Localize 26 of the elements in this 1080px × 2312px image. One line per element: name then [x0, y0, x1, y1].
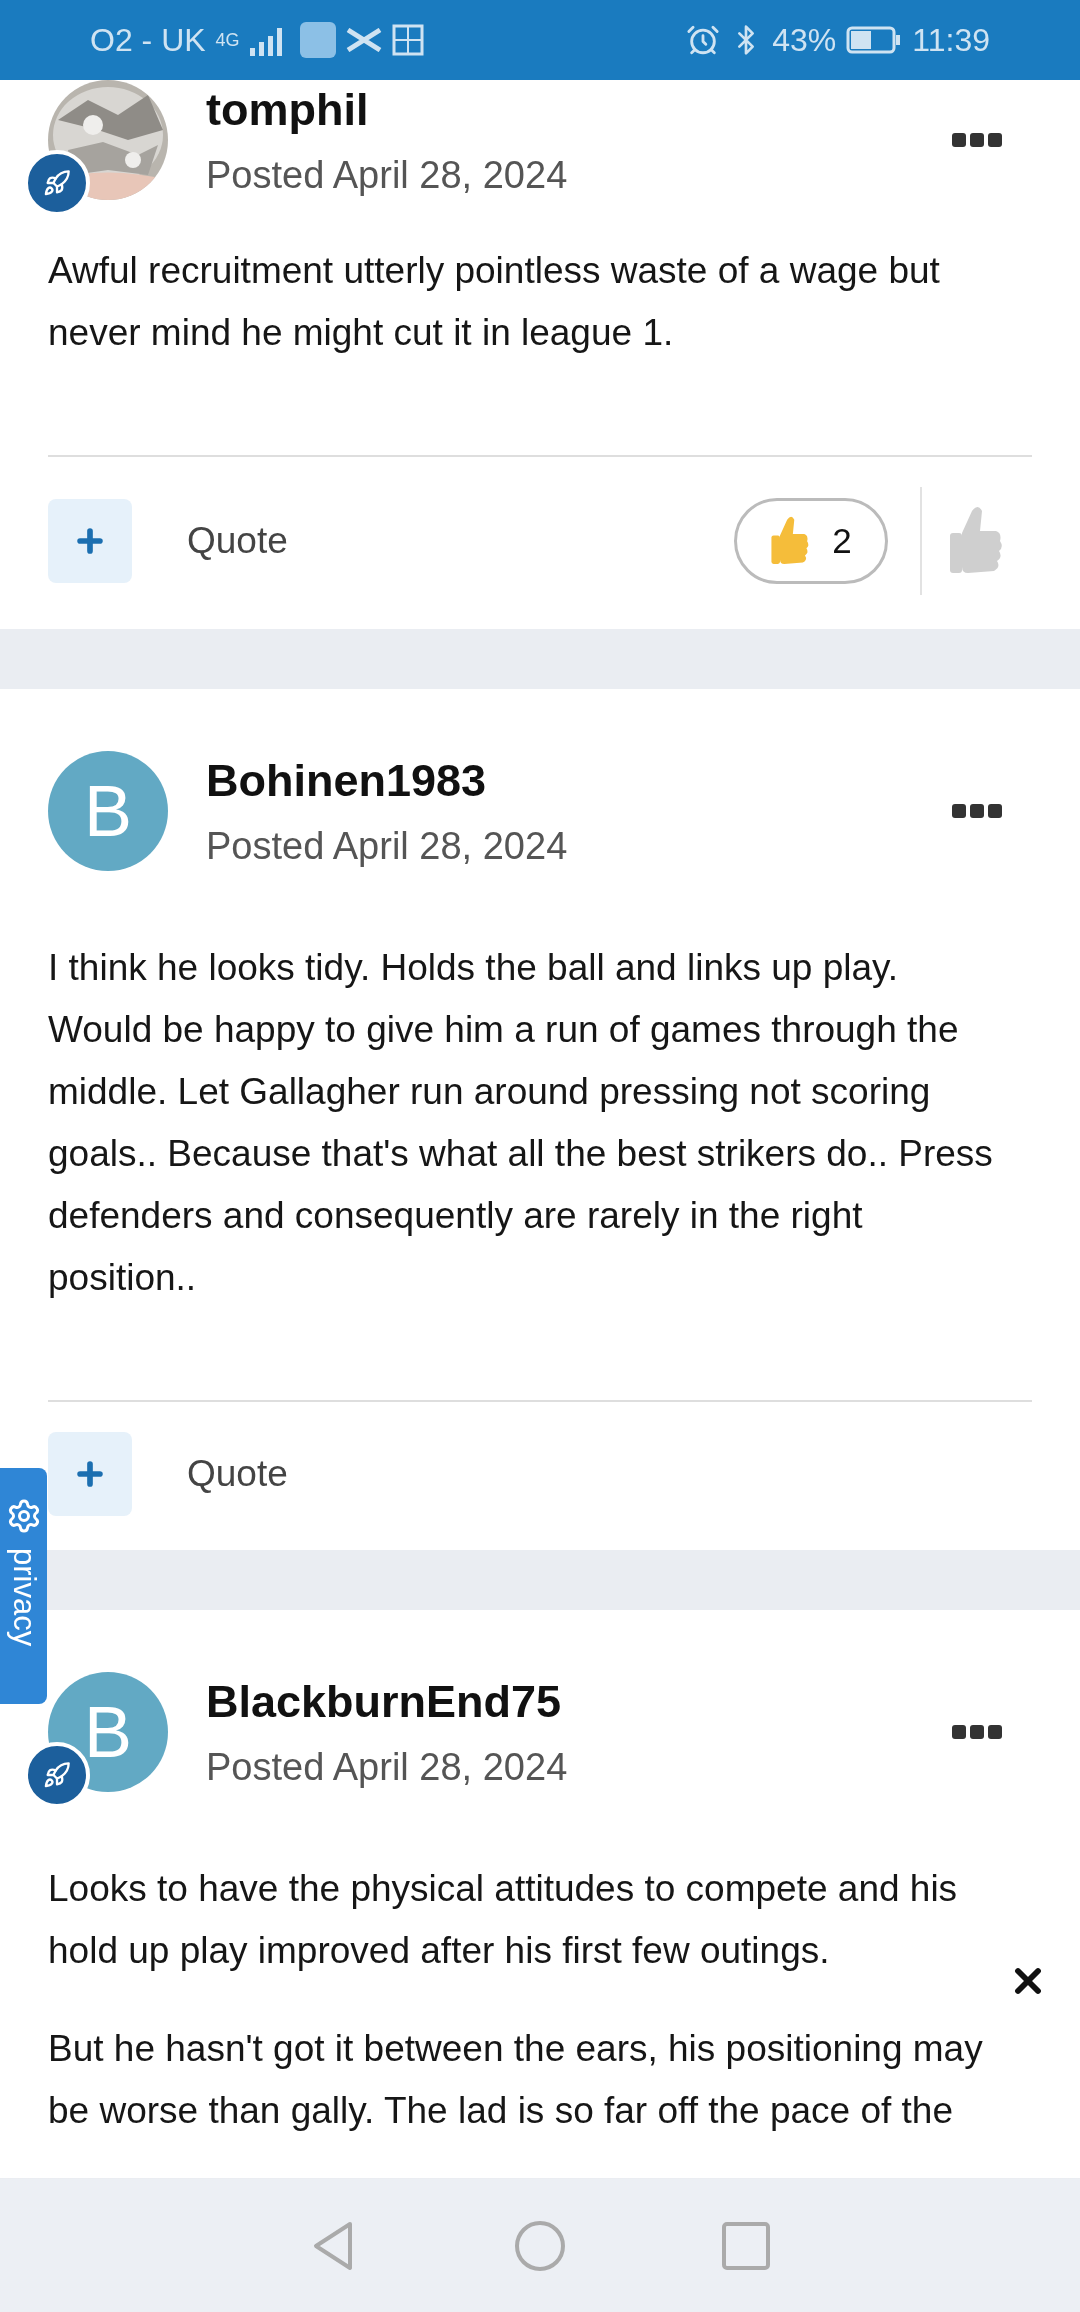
battery-percent: 43%	[772, 21, 837, 59]
privacy-label: privacy	[5, 1548, 42, 1647]
author-name[interactable]: BlackburnEnd75	[206, 1675, 914, 1728]
quote-button[interactable]: Quote	[187, 1453, 288, 1495]
post-text: But he hasn't got it between the ears, his positioning may be worse than gally. The lad is so far off the pace of the	[48, 2027, 984, 2133]
post-text: I think he looks tidy. Holds the ball and links up play. Would be happy to give him a run of games through the middle. Let Gallagher run around pressing not scoring goals.. Because that's what all the best strikers do.. Press defenders and consequently are rarely in the right position..	[48, 946, 994, 1300]
network-type: 4G	[215, 29, 240, 51]
multiquote-button[interactable]	[48, 1432, 132, 1516]
clock-time: 11:39	[912, 21, 990, 59]
post-date: Posted April 28, 2024	[206, 1745, 569, 1789]
reaction-count-button[interactable]: 2	[734, 498, 888, 584]
post-date: Posted April 28, 2024	[206, 824, 569, 868]
battery-icon	[846, 26, 903, 54]
quote-button[interactable]: Quote	[187, 520, 288, 562]
post-text: Looks to have the physical attitudes to compete and his hold up play improved after his first few outings.	[48, 1867, 959, 1973]
author-name[interactable]: tomphil	[206, 83, 914, 136]
carrier-name: O2 - UK	[90, 21, 206, 59]
post-text: Awful recruitment utterly pointless waste of a wage but never mind he might cut it in league 1.	[48, 249, 941, 355]
alarm-icon	[686, 23, 721, 57]
multiquote-button[interactable]	[48, 499, 132, 583]
more-options-icon[interactable]	[952, 132, 1002, 148]
author-name[interactable]: Bohinen1983	[206, 754, 914, 807]
more-options-icon[interactable]	[952, 1724, 1002, 1740]
privacy-tab[interactable]: privacy	[0, 1468, 47, 1704]
post-date: Posted April 28, 2024	[206, 153, 569, 197]
more-options-icon[interactable]	[952, 803, 1002, 819]
